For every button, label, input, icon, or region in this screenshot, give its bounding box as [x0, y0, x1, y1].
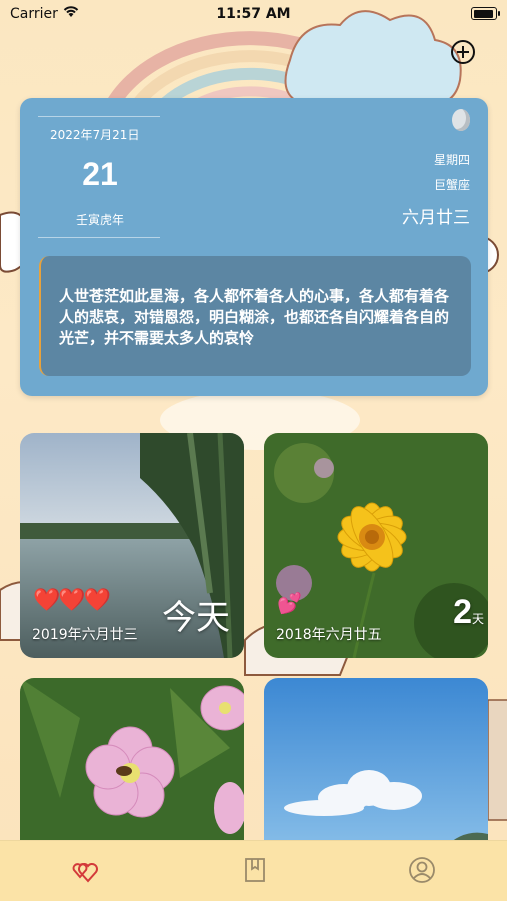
- person-icon[interactable]: [407, 855, 437, 885]
- quote-text: 人世苍茫如此星海，各人都怀着各人的心事，各人都有着各人的悲哀，对错恩怨，明白糊涂…: [59, 287, 450, 347]
- divider: [38, 237, 160, 238]
- battery-icon: [471, 7, 500, 20]
- gregorian-date: 2022年7月21日: [50, 128, 140, 142]
- clock: 11:57 AM: [216, 6, 291, 22]
- ganzhi-year: 壬寅虎年: [75, 213, 124, 227]
- memory-tile[interactable]: [20, 678, 244, 848]
- status-bar: Carrier 11:57 AM: [0, 0, 507, 28]
- quote-box: 人世苍茫如此星海，各人都怀着各人的心事，各人都有着各人的悲哀，对错恩怨，明白糊涂…: [39, 256, 471, 376]
- blue-sky-cloud-photo: [264, 678, 488, 848]
- hearts-icon[interactable]: [72, 855, 102, 885]
- divider: [38, 116, 160, 117]
- hearts-label: ❤️❤️❤️: [33, 588, 111, 613]
- moon-phase-icon: [452, 109, 470, 131]
- days-count: 2: [453, 593, 472, 631]
- memory-tile[interactable]: [264, 678, 488, 848]
- tab-bar: [0, 840, 507, 901]
- days-unit: 天: [471, 612, 484, 626]
- calendar-card[interactable]: 2022年7月21日 21 壬寅虎年 星期四 巨蟹座 六月廿三 人世苍茫如此星海…: [20, 98, 488, 396]
- days-count-label: 今天: [162, 598, 230, 638]
- pink-primrose-bee-photo: [20, 678, 244, 848]
- memory-tile[interactable]: ❤️❤️❤️ 今天 2019年六月廿三: [20, 433, 244, 658]
- weekday-label: 星期四: [433, 153, 470, 167]
- memory-date: 2019年六月廿三: [32, 627, 138, 643]
- days-count-label: 2天: [453, 593, 484, 632]
- zodiac-label: 巨蟹座: [433, 178, 470, 192]
- hearts-label: 💕: [277, 591, 302, 615]
- memory-date: 2018年六月廿五: [276, 627, 382, 643]
- day-number: 21: [82, 156, 118, 192]
- lunar-date: 六月廿三: [402, 208, 470, 228]
- add-icon[interactable]: [450, 39, 476, 65]
- memory-tile[interactable]: 💕 2天 2018年六月廿五: [264, 433, 488, 658]
- bookmark-book-icon[interactable]: [240, 855, 270, 885]
